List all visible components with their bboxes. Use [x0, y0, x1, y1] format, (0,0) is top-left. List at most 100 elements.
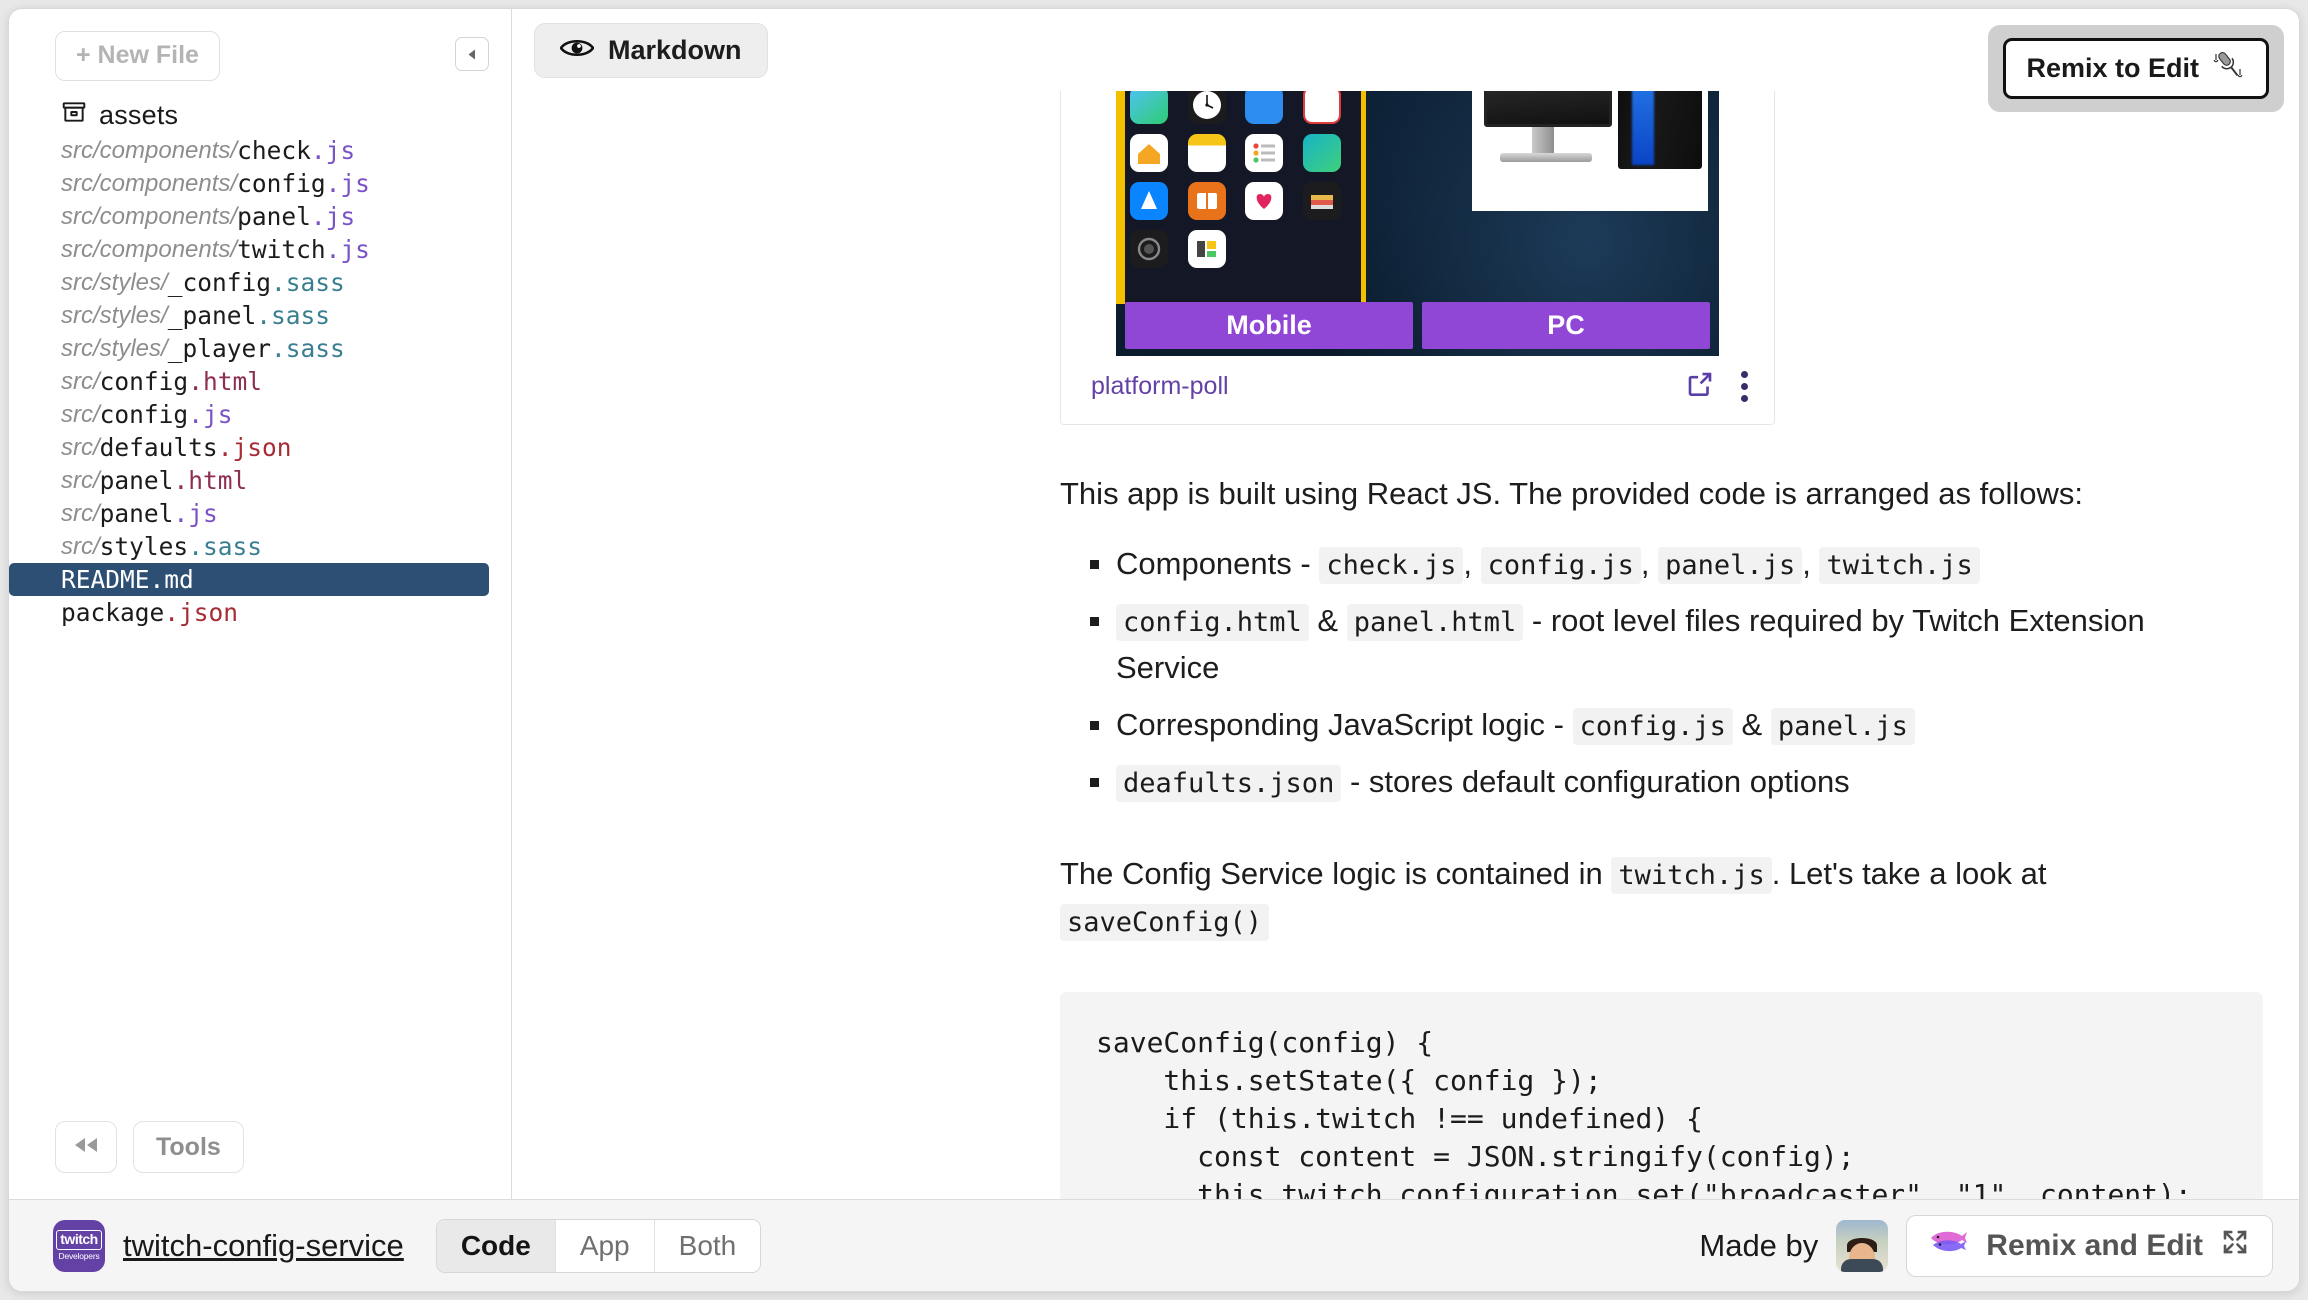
pc-tower	[1618, 91, 1702, 169]
external-link-icon[interactable]	[1685, 369, 1715, 404]
inline-code: panel.html	[1346, 603, 1524, 641]
file-basename: README	[61, 565, 150, 594]
status-bar-left: twitch Developers twitch-config-service …	[53, 1218, 762, 1273]
file-basename: config	[237, 169, 326, 198]
file-extension: .html	[188, 367, 262, 396]
file-extension: .js	[325, 169, 370, 198]
tools-button[interactable]: Tools	[133, 1121, 244, 1173]
file-directory: src/components/	[61, 235, 238, 263]
file-item-_config-sass[interactable]: src/styles/_config .sass	[9, 266, 511, 299]
app-icon-tv	[1302, 134, 1341, 172]
file-extension: .js	[173, 499, 218, 528]
file-basename: panel	[237, 202, 311, 231]
collapse-sidebar-button[interactable]	[455, 37, 489, 71]
project-name-link[interactable]: twitch-config-service	[123, 1228, 404, 1264]
eye-icon	[559, 35, 595, 66]
code-block: saveConfig(config) { this.setState({ con…	[1060, 992, 2263, 1199]
file-item-check-js[interactable]: src/components/check .js	[9, 134, 511, 167]
view-tab-code[interactable]: Code	[436, 1219, 556, 1272]
file-extension: .json	[217, 433, 292, 462]
poll-option-pc[interactable]: PC	[1422, 302, 1710, 349]
pc-stand	[1532, 127, 1554, 155]
view-mode-tabs: Code App Both	[435, 1218, 762, 1273]
file-item-config-html[interactable]: src/config .html	[9, 365, 511, 398]
new-file-button[interactable]: + New File	[55, 31, 220, 81]
file-extension: .sass	[256, 301, 330, 330]
file-extension: .json	[164, 598, 239, 627]
inline-code: saveConfig()	[1060, 903, 1270, 941]
folder-item-assets[interactable]: assets	[9, 97, 511, 134]
file-item-_player-sass[interactable]: src/styles/_player .sass	[9, 332, 511, 365]
twitch-logo-word: twitch	[56, 1230, 102, 1250]
file-item-panel-js[interactable]: src/components/panel .js	[9, 200, 511, 233]
file-extension: .js	[188, 400, 233, 429]
file-item-styles-sass[interactable]: src/styles .sass	[9, 530, 511, 563]
app-icon-appstore	[1130, 182, 1168, 220]
file-item-twitch-js[interactable]: src/components/twitch .js	[9, 233, 511, 266]
status-bar-right: Made by Remix and Edit	[1699, 1214, 2273, 1277]
twitch-developers-logo: twitch Developers	[53, 1219, 105, 1272]
file-item-README-md[interactable]: README .md	[9, 563, 489, 596]
intro-paragraph: This app is built using React JS. The pr…	[1060, 476, 2083, 511]
code-block-content: saveConfig(config) { this.setState({ con…	[1096, 1026, 2192, 1199]
remix-to-edit-button[interactable]: Remix to Edit	[2003, 38, 2269, 99]
file-item-config-js[interactable]: src/components/config .js	[9, 167, 511, 200]
file-extension: .js	[310, 202, 356, 231]
embedded-image-card: Mobile PC platform-poll	[1060, 91, 1775, 425]
file-item-defaults-json[interactable]: src/defaults .json	[9, 431, 511, 464]
file-item-panel-html[interactable]: src/panel .html	[9, 464, 511, 497]
file-directory: src/	[61, 367, 100, 395]
file-directory: src/	[61, 433, 100, 461]
poll-preview-image: Mobile PC	[1116, 91, 1719, 356]
file-extension: .html	[173, 466, 248, 495]
file-item-config-js[interactable]: src/config .js	[9, 398, 511, 431]
pc-base	[1500, 153, 1592, 162]
file-basename: config	[99, 367, 189, 396]
remix-and-edit-label: Remix and Edit	[1986, 1228, 2203, 1262]
expand-arrows-icon	[2220, 1227, 2250, 1265]
app-icon-wallet	[1302, 182, 1341, 220]
list-item: Corresponding JavaScript logic - config.…	[1090, 701, 2239, 748]
markdown-preview-toggle[interactable]: Markdown	[534, 22, 768, 78]
markdown-document[interactable]: Mobile PC platform-poll This app is buil…	[512, 91, 2299, 1199]
inline-code: config.js	[1480, 546, 1641, 584]
rewind-double-left-icon	[73, 1136, 99, 1159]
file-directory: src/	[61, 466, 100, 494]
preview-pane: Markdown Remix to Edit Mobile PC platfor…	[512, 9, 2299, 1199]
file-item-package-json[interactable]: package .json	[9, 596, 511, 629]
file-item-_panel-sass[interactable]: src/styles/_panel .sass	[9, 299, 511, 332]
file-directory: src/styles/	[61, 268, 168, 296]
app-icon-health	[1245, 182, 1283, 220]
file-item-panel-js[interactable]: src/panel .js	[9, 497, 511, 530]
poll-options: Mobile PC	[1116, 302, 1719, 349]
remix-and-edit-button[interactable]: Remix and Edit	[1906, 1214, 2273, 1277]
view-tab-both[interactable]: Both	[654, 1219, 761, 1272]
made-by-label: Made by	[1699, 1227, 1819, 1263]
rewind-button[interactable]	[55, 1121, 117, 1173]
app-icon-reminders	[1245, 134, 1283, 172]
list-item: config.html & panel.html - root level fi…	[1090, 597, 2239, 691]
file-basename: check	[237, 136, 311, 165]
file-basename: _config	[167, 268, 271, 297]
inline-code: panel.js	[1770, 707, 1915, 745]
inline-code: config.html	[1116, 603, 1309, 641]
app-icon-clock	[1187, 91, 1226, 124]
pc-screenshot	[1472, 91, 1708, 211]
file-directory: src/	[61, 499, 100, 527]
inline-code: deafults.json	[1116, 764, 1342, 802]
file-directory: src/components/	[61, 202, 238, 230]
kebab-menu-icon[interactable]	[1741, 371, 1748, 402]
inline-code: check.js	[1319, 546, 1464, 584]
inline-code: config.js	[1572, 707, 1733, 745]
pc-glow	[1632, 91, 1654, 165]
glitch-status-bar: twitch Developers twitch-config-service …	[9, 1199, 2299, 1291]
file-extension: .js	[325, 235, 370, 264]
author-avatar[interactable]	[1836, 1219, 1889, 1272]
app-icon-empty2	[1303, 230, 1341, 268]
phone-app-grid	[1130, 91, 1352, 268]
file-basename: _player	[167, 334, 271, 363]
poll-option-mobile[interactable]: Mobile	[1125, 302, 1413, 349]
glitch-fish-icon	[1929, 1228, 1969, 1264]
view-tab-app[interactable]: App	[555, 1219, 655, 1272]
editor-body: + New File assets src/components/ check …	[9, 9, 2299, 1199]
